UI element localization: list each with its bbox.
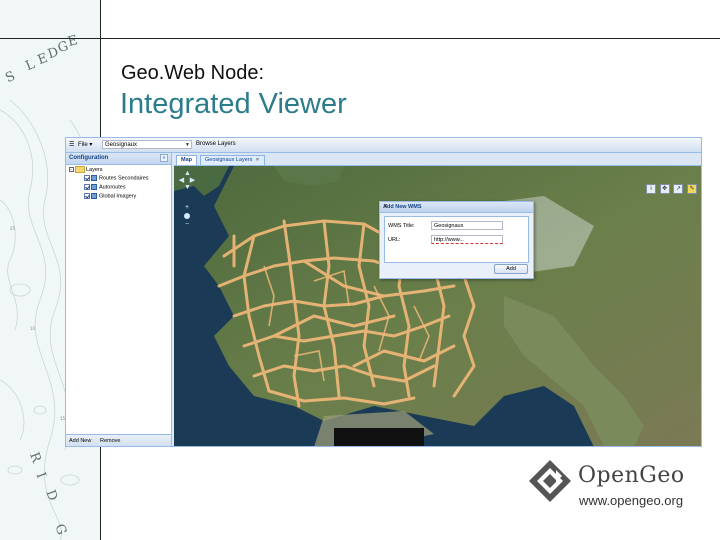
header-divider — [0, 38, 720, 39]
config-panel-header: Configuration « — [66, 153, 171, 165]
layer-item[interactable]: Autoroutes — [66, 184, 149, 193]
file-menu-label: File — [78, 142, 88, 148]
add-button[interactable]: Add — [494, 264, 528, 274]
tab-label: Geosignaux Layers — [205, 157, 253, 163]
dialog-form: WMS Title: Geosignaux URL: http://www... — [384, 216, 529, 263]
wms-title-label: WMS Title: — [388, 223, 415, 229]
close-icon[interactable]: ✕ — [255, 157, 259, 163]
layer-label: Autoroutes — [99, 184, 126, 191]
measure-tool-icon[interactable]: ↗ — [673, 184, 684, 194]
tree-root-label: Layers — [86, 166, 103, 173]
pan-down-icon[interactable]: ▼ — [184, 184, 191, 191]
dialog-header: Add New WMS ✕ — [380, 202, 533, 213]
pan-tool-icon[interactable]: ✥ — [659, 184, 670, 194]
svg-text:25: 25 — [10, 226, 16, 231]
identify-tool-icon[interactable]: ✎ — [687, 184, 697, 194]
layer-label: Global Imagery — [99, 193, 137, 200]
map-toolbar: i ✥ ↗ ✎ — [644, 184, 697, 194]
tab-label: Map — [181, 157, 192, 163]
pan-right-icon[interactable]: ▶ — [189, 177, 196, 184]
url-input[interactable]: http://www... — [431, 235, 503, 244]
logo-wordmark: OpenGeo — [578, 463, 685, 488]
checkbox[interactable] — [84, 175, 90, 181]
nodata-patch — [334, 428, 424, 446]
url-label: URL: — [388, 237, 401, 243]
zoom-slider-knob[interactable] — [184, 213, 190, 219]
zoom-control: + − — [184, 204, 190, 228]
add-wms-dialog: Add New WMS ✕ WMS Title: Geosignaux URL:… — [379, 201, 534, 279]
browse-layers-button[interactable]: Browse Layers — [196, 141, 236, 147]
app-toolbar: ☰ File ▾ Geosignaux ▼ Browse Layers — [66, 138, 701, 153]
tree-root-layers[interactable]: − Layers — [66, 166, 149, 175]
slide-title: Geo.Web Node: — [121, 62, 265, 84]
wms-title-input[interactable]: Geosignaux — [431, 221, 503, 230]
file-menu[interactable]: File ▾ — [78, 141, 92, 148]
map-panel: Map Geosignaux Layers ✕ ▲ ◀ ▶ ▼ + − i ✥ … — [174, 153, 701, 446]
config-panel: Configuration « − Layers Routes Secondair… — [66, 153, 172, 446]
layer-icon — [91, 193, 97, 199]
add-new-button[interactable]: Add New — [69, 438, 91, 444]
svg-text:10: 10 — [30, 326, 36, 331]
slide-heading: Integrated Viewer — [120, 88, 347, 120]
chevron-down-icon: ▼ — [185, 142, 190, 148]
layer-select-value: Geosignaux — [105, 142, 138, 148]
tab-strip: Map Geosignaux Layers ✕ — [174, 153, 701, 166]
map-canvas[interactable]: ▲ ◀ ▶ ▼ + − i ✥ ↗ ✎ Add New WMS ✕ WMS Ti… — [174, 166, 701, 446]
pan-left-icon[interactable]: ◀ — [178, 177, 185, 184]
opengeo-diamond-icon — [529, 460, 571, 502]
config-panel-footer: Add New Remove — [66, 434, 171, 446]
layer-tree: − Layers Routes Secondaires Autoroutes Gl… — [66, 166, 149, 202]
layer-item[interactable]: Routes Secondaires — [66, 175, 149, 184]
collapse-toggle-icon[interactable]: − — [69, 167, 74, 172]
checkbox[interactable] — [84, 184, 90, 190]
layer-item[interactable]: Global Imagery — [66, 193, 149, 202]
layer-icon — [91, 175, 97, 181]
remove-button[interactable]: Remove — [100, 438, 120, 444]
checkbox[interactable] — [84, 193, 90, 199]
logo-url[interactable]: www.opengeo.org — [579, 493, 683, 508]
layer-select[interactable]: Geosignaux ▼ — [102, 140, 192, 149]
folder-icon — [75, 166, 85, 173]
tab-geosignaux-layers[interactable]: Geosignaux Layers ✕ — [200, 155, 265, 165]
collapse-icon[interactable]: « — [160, 154, 168, 162]
zoom-out-icon[interactable]: − — [184, 221, 190, 228]
layer-label: Routes Secondaires — [99, 175, 149, 182]
close-icon[interactable]: ✕ — [383, 203, 531, 210]
config-panel-title: Configuration — [69, 155, 109, 161]
layer-icon — [91, 184, 97, 190]
pan-up-icon[interactable]: ▲ — [184, 170, 191, 177]
tab-map[interactable]: Map — [176, 155, 197, 165]
opengeo-logo: OpenGeo www.opengeo.org — [528, 459, 708, 519]
info-tool-icon[interactable]: i — [645, 184, 656, 194]
app-menu-icon[interactable]: ☰ — [69, 141, 74, 148]
zoom-in-icon[interactable]: + — [184, 204, 190, 211]
geoexplorer-app: ☰ File ▾ Geosignaux ▼ Browse Layers Conf… — [65, 137, 702, 447]
